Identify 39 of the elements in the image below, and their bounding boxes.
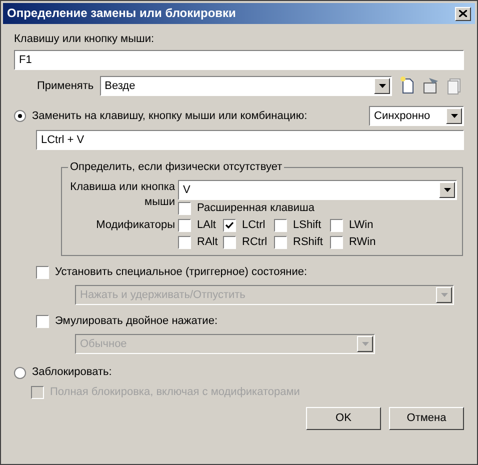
checkbox[interactable]: [223, 236, 236, 249]
checkbox[interactable]: [178, 202, 191, 215]
modifier-label: RCtrl: [242, 236, 268, 249]
radio-button[interactable]: [14, 110, 26, 122]
modifier-label: RWin: [349, 236, 376, 249]
checkbox[interactable]: [330, 219, 343, 232]
radio-button[interactable]: [14, 366, 26, 378]
modifier-label: LShift: [293, 219, 322, 232]
dialog-button[interactable]: OK: [306, 407, 381, 430]
input-field[interactable]: LCtrl + V: [36, 130, 464, 150]
dropdown[interactable]: Везде: [100, 76, 392, 96]
modifiers-label: Модификаторы: [95, 219, 175, 232]
dropdown[interactable]: V: [178, 180, 457, 200]
checkbox[interactable]: [223, 219, 236, 232]
dialog-button[interactable]: Отмена: [389, 407, 464, 430]
close-icon: [459, 10, 467, 17]
key-label: Клавишу или кнопку мыши:: [14, 33, 156, 46]
checkbox-label: Установить специальное (триггерное) состояние:: [55, 266, 308, 279]
input-field[interactable]: F1: [14, 50, 464, 70]
checkbox[interactable]: [274, 219, 287, 232]
window-title: Определение замены или блокировки: [7, 7, 236, 20]
modifier-label: LAlt: [197, 219, 216, 232]
modifier-label: RShift: [293, 236, 323, 249]
apply-label: Применять: [37, 80, 94, 92]
modifier-label: LCtrl: [242, 219, 266, 232]
dropdown[interactable]: Синхронно: [369, 106, 464, 126]
close-button[interactable]: [455, 6, 471, 20]
checkbox[interactable]: [178, 236, 191, 249]
radio-label: Заменить на клавишу, кнопку мыши или комбинацию:: [32, 110, 308, 122]
modifier-label: RAlt: [197, 236, 218, 249]
checkbox[interactable]: [178, 219, 191, 232]
modifier-label: LWin: [349, 219, 374, 232]
radio-label: Заблокировать:: [32, 366, 112, 379]
group-title: Определить, если физически отсутствует: [68, 160, 284, 174]
checkbox-label: Эмулировать двойное нажатие:: [55, 315, 218, 328]
checkbox[interactable]: [330, 236, 343, 249]
checkbox[interactable]: [274, 236, 287, 249]
key-or-mouse-label: Клавиша или кнопка мыши: [69, 180, 175, 210]
checkbox-label: Расширенная клавиша: [197, 202, 314, 215]
